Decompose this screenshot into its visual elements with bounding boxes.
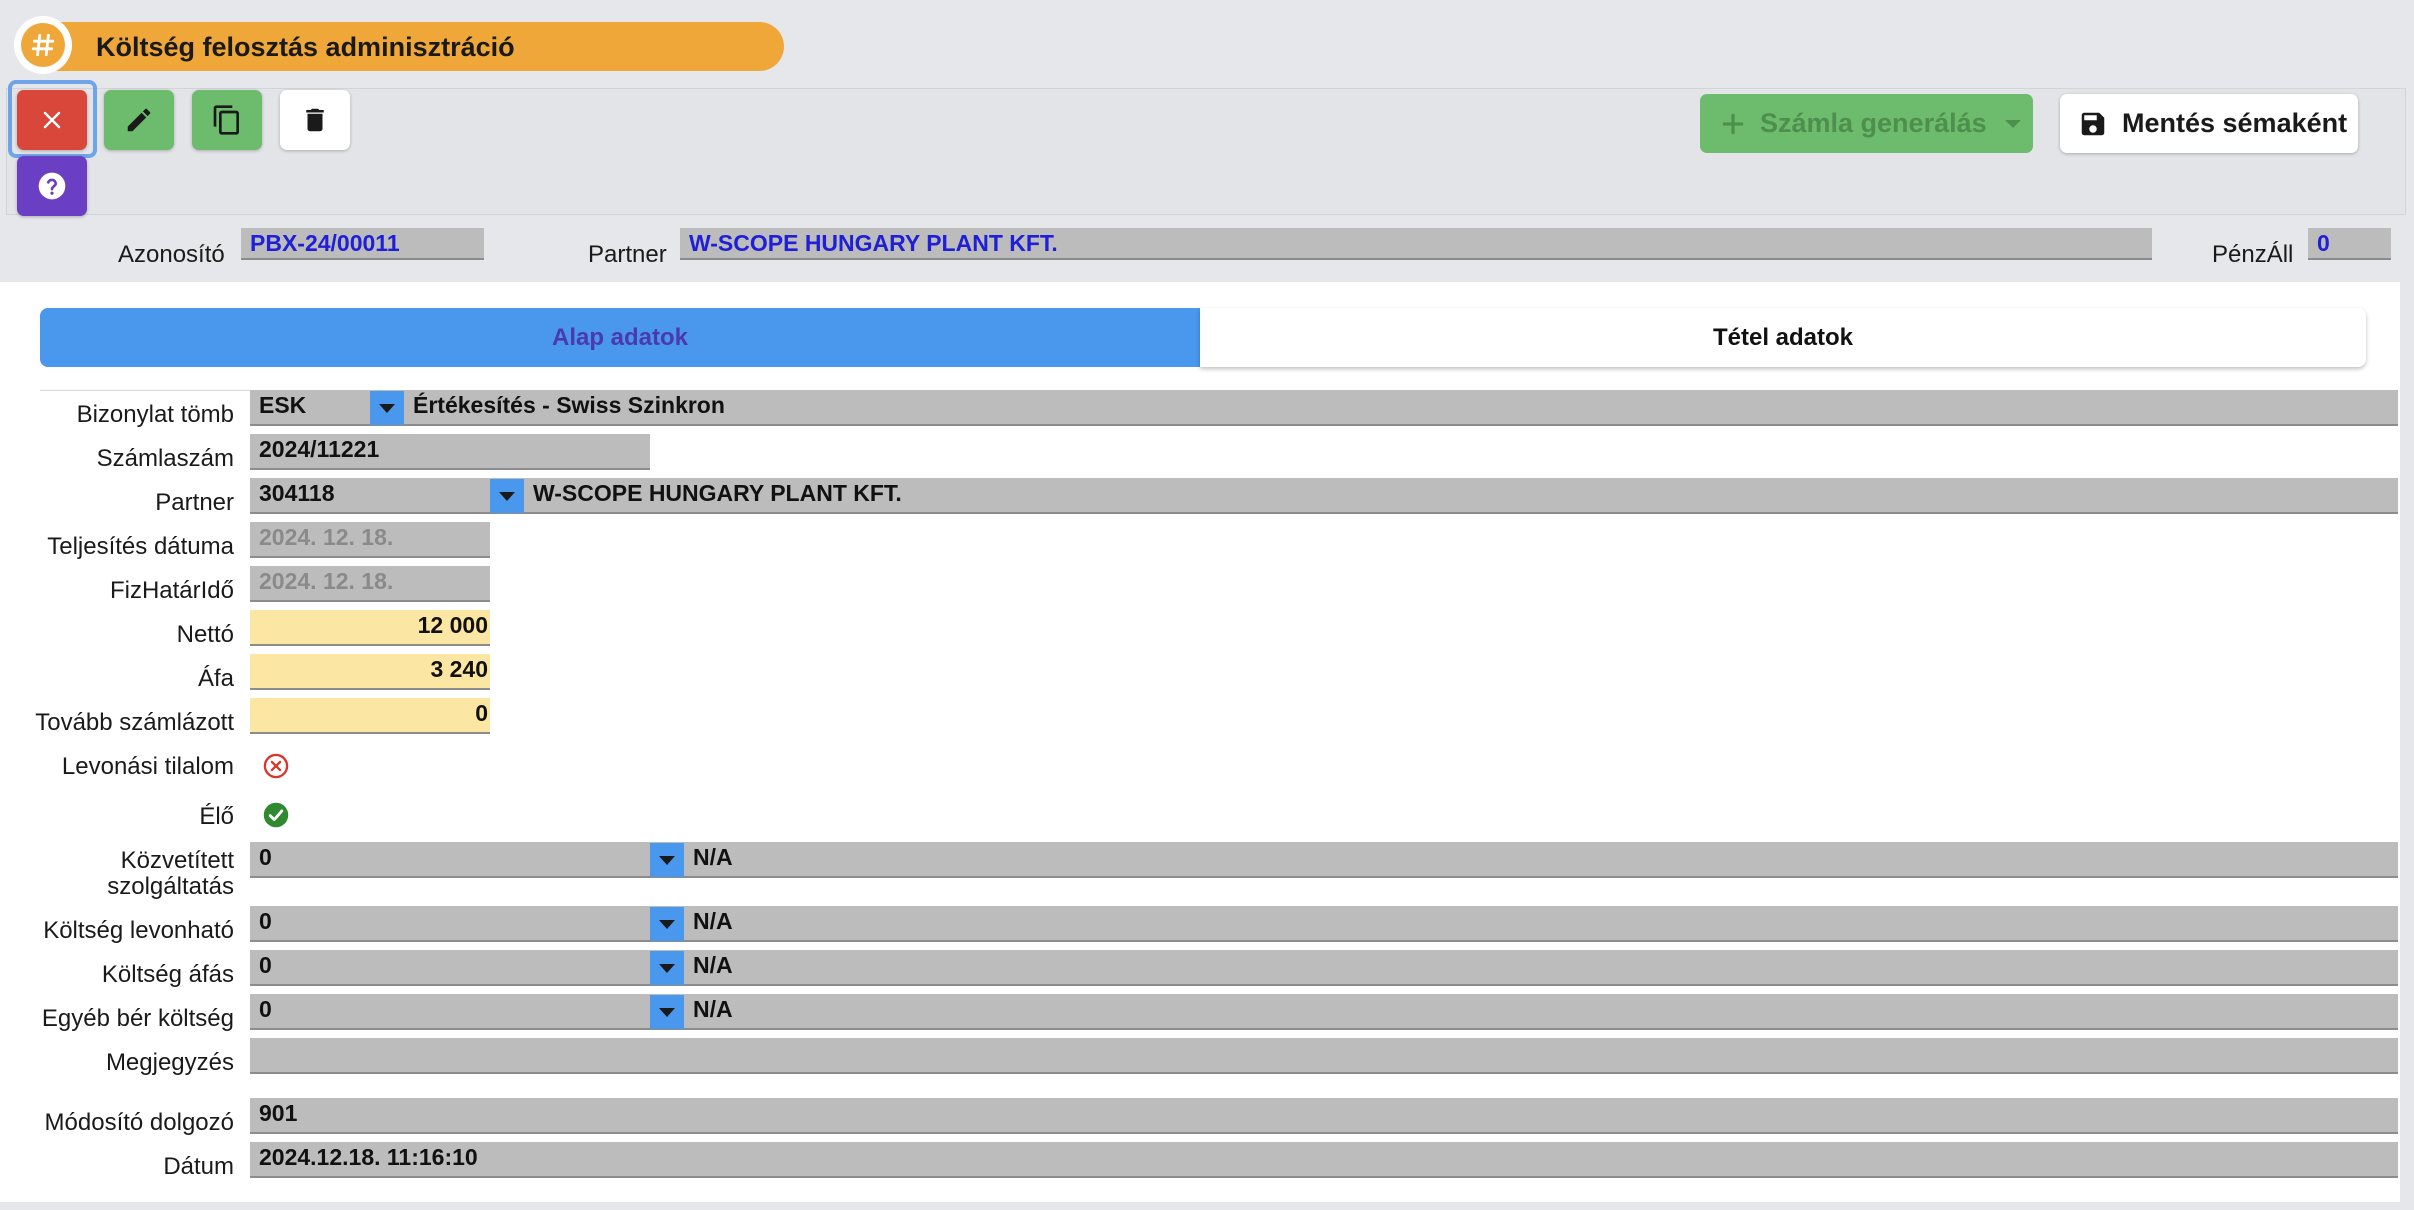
copy-icon (213, 105, 239, 135)
megjegyzes-input[interactable] (250, 1038, 2398, 1074)
elo-label: Élő (199, 803, 234, 830)
tovabb-input[interactable]: 0 (250, 698, 490, 734)
hash-badge (14, 16, 72, 74)
tab-basic-data[interactable]: Alap adatok (40, 308, 1200, 367)
chevron-down-icon (499, 491, 515, 501)
egyeb-code-input[interactable]: 0 (250, 994, 650, 1030)
chevron-down-icon (659, 855, 675, 865)
toolbar (6, 88, 2406, 215)
megjegyzes-label: Megjegyzés (105, 1049, 234, 1076)
kozvetitett-code-input[interactable]: 0 (250, 842, 650, 878)
netto-input[interactable]: 12 000 (250, 610, 490, 646)
id-field[interactable]: PBX-24/00011 (241, 228, 484, 260)
tovabb-label: Tovább számlázott (35, 709, 234, 736)
modosito-label: Módosító dolgozó (44, 1109, 234, 1136)
afa-label: Áfa (197, 665, 234, 692)
bizonylat-dropdown-button[interactable] (370, 391, 404, 425)
modosito-input[interactable]: 901 (250, 1098, 2398, 1134)
floppy-disk-icon (2081, 112, 2105, 135)
partner-label: Partner (155, 489, 234, 516)
teljesites-label: Teljesítés dátuma (47, 533, 234, 560)
help-button[interactable] (17, 156, 87, 216)
penzall-field[interactable]: 0 (2308, 228, 2391, 260)
egyeb-label: Egyéb bér költség (41, 1005, 234, 1032)
help-icon (38, 172, 66, 200)
trash-icon (306, 108, 324, 132)
koltseg-afas-label: Költség áfás (101, 961, 234, 988)
save-as-schema-label: Mentés sémaként (2122, 108, 2348, 138)
id-label: Azonosító (118, 241, 225, 268)
partner-name: W-SCOPE HUNGARY PLANT KFT. (533, 480, 902, 506)
chevron-down-icon (379, 403, 395, 413)
szamlaszam-input[interactable]: 2024/11221 (250, 434, 650, 470)
koltseg-levonhato-code-input[interactable]: 0 (250, 906, 650, 942)
info-partner-field[interactable]: W-SCOPE HUNGARY PLANT KFT. (680, 228, 2152, 260)
teljesites-date-input[interactable]: 2024. 12. 18. (250, 522, 490, 558)
koltseg-afas-dropdown-button[interactable] (650, 951, 684, 985)
chevron-down-icon (659, 1007, 675, 1017)
datum-label: Dátum (163, 1153, 234, 1180)
generate-invoice-label: Számla generálás (1760, 108, 1987, 138)
koltseg-levonhato-dropdown-button[interactable] (650, 907, 684, 941)
datum-input[interactable]: 2024.12.18. 11:16:10 (250, 1142, 2398, 1178)
plus-icon (1722, 113, 1744, 134)
save-as-schema-button[interactable]: Mentés sémaként (2060, 94, 2358, 153)
partner-dropdown-button[interactable] (490, 479, 524, 513)
hash-icon (31, 33, 55, 57)
close-button[interactable] (17, 90, 87, 150)
tab-item-data[interactable]: Tétel adatok (1200, 308, 2366, 367)
pencil-icon (127, 108, 151, 132)
kozvetitett-label-line2: szolgáltatás (107, 873, 234, 900)
close-icon (43, 111, 61, 129)
levonasi-toggle[interactable] (262, 752, 290, 785)
fizhatarido-label: FizHatárIdő (109, 577, 234, 604)
partner-code-input[interactable]: 304118 (250, 478, 490, 514)
page-title: Költség felosztás adminisztráció (96, 32, 515, 62)
cancel-circle-icon (263, 753, 289, 779)
koltseg-afas-code-input[interactable]: 0 (250, 950, 650, 986)
levonasi-label: Levonási tilalom (61, 753, 234, 780)
chevron-down-icon (659, 919, 675, 929)
afa-input[interactable]: 3 240 (250, 654, 490, 690)
szamlaszam-label: Számlaszám (96, 445, 234, 472)
kozvetitett-dropdown-button[interactable] (650, 843, 684, 877)
netto-label: Nettó (176, 621, 234, 648)
check-circle-icon (263, 802, 289, 828)
elo-toggle[interactable] (262, 801, 290, 834)
chevron-down-icon (659, 963, 675, 973)
penzall-label: PénzÁll (2212, 241, 2294, 268)
bizonylat-name: Értékesítés - Swiss Szinkron (413, 392, 725, 418)
edit-button[interactable] (104, 90, 174, 150)
delete-button[interactable] (280, 90, 350, 150)
koltseg-afas-name: N/A (693, 952, 733, 978)
kozvetitett-name: N/A (693, 844, 733, 870)
egyeb-dropdown-button[interactable] (650, 995, 684, 1029)
bizonylat-label: Bizonylat tömb (76, 401, 234, 428)
koltseg-levonhato-label: Költség levonható (43, 917, 234, 944)
caret-down-icon (2004, 119, 2021, 128)
bizonylat-code-input[interactable]: ESK (250, 390, 370, 426)
info-partner-label: Partner (588, 241, 667, 268)
egyeb-name: N/A (693, 996, 733, 1022)
copy-button[interactable] (192, 90, 262, 150)
koltseg-levonhato-name: N/A (693, 908, 733, 934)
generate-invoice-button[interactable]: Számla generálás (1700, 94, 2033, 153)
fizhatarido-date-input[interactable]: 2024. 12. 18. (250, 566, 490, 602)
